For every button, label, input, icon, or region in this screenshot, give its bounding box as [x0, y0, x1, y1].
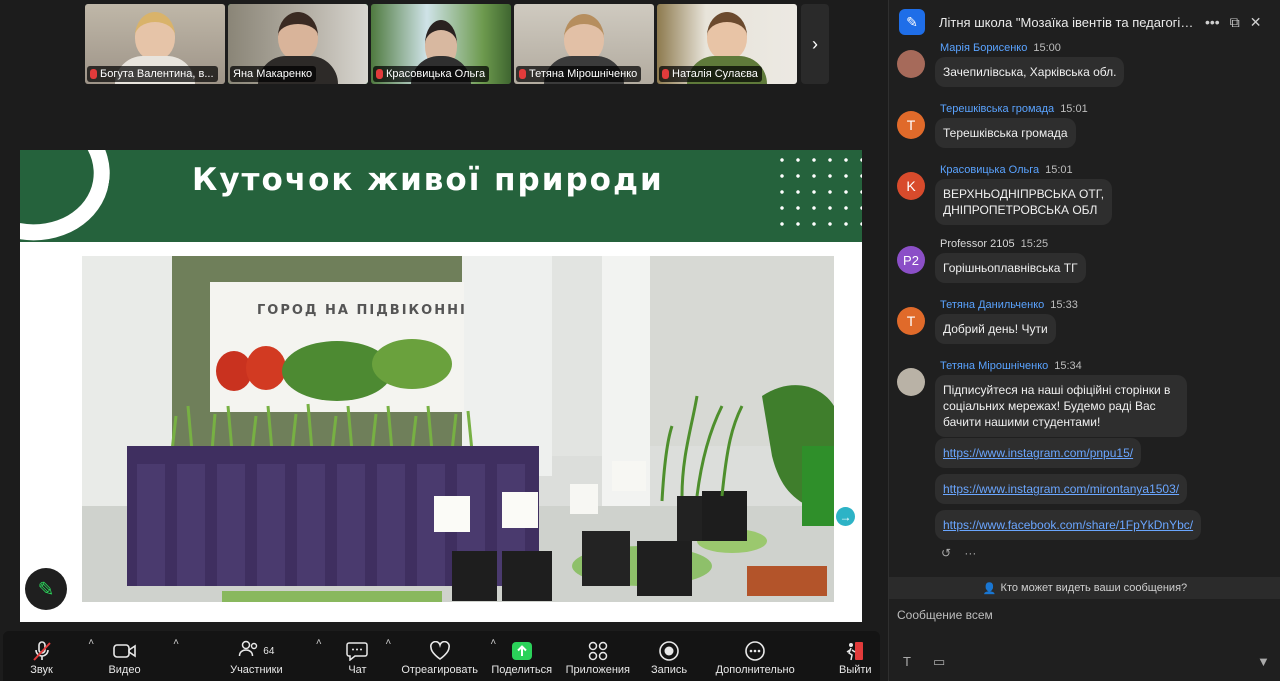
message-time: 15:01 [1045, 164, 1073, 176]
chevron-up-icon[interactable]: ˄ [385, 637, 391, 648]
message-visibility-info[interactable]: 👤 Кто может видеть ваши сообщения? [889, 577, 1280, 599]
mic-muted-icon [376, 69, 383, 79]
user-lock-icon: 👤 [982, 582, 997, 595]
chat-message-input[interactable] [897, 605, 1267, 625]
participant-name: Тетяна Мірошніченко [529, 68, 638, 80]
meeting-window: Богута Валентина, в... Яна Макаренко Кра… [0, 0, 1280, 681]
share-screen-button[interactable]: Поделиться [487, 631, 556, 681]
shared-screen-slide: Куточок живої природи ГОРОД НА ПІДВІКОНН… [20, 150, 862, 622]
sign-text: ГОРОД НА ПІДВІКОННІ [257, 303, 467, 318]
file-icon[interactable]: ▭ [933, 654, 945, 670]
sender-name[interactable]: Тетяна Мірошніченко [940, 360, 1048, 372]
decorative-arc [20, 150, 121, 253]
message-bubble: Підписуйтеся на наші офіційні сторінки в… [935, 375, 1187, 437]
more-button[interactable]: Дополнительно [710, 631, 801, 681]
chevron-up-icon[interactable]: ˄ [173, 637, 179, 648]
video-gallery: Богута Валентина, в... Яна Макаренко Кра… [85, 4, 797, 84]
participant-name: Наталія Сулаєва [672, 68, 758, 80]
avatar: P2 [897, 246, 925, 274]
link[interactable]: https://www.facebook.com/share/1FpYkDnYb… [943, 518, 1193, 532]
chat-bubble-icon [346, 638, 369, 664]
link[interactable]: https://www.instagram.com/pnpu15/ [943, 446, 1133, 460]
video-tile[interactable]: Богута Валентина, в... [85, 4, 225, 84]
message-time: 15:34 [1054, 360, 1082, 372]
video-tile[interactable]: Красовицька Ольга [371, 4, 511, 84]
chat-compose: T ▭ ▼ [889, 599, 1280, 681]
chevron-right-icon[interactable]: › [801, 4, 829, 84]
annotate-pencil-icon[interactable]: ✎ [25, 568, 67, 610]
record-button[interactable]: Запись [644, 631, 693, 681]
slide-header: Куточок живої природи [20, 150, 862, 253]
slide-title: Куточок живої природи [192, 162, 664, 198]
avatar: T [897, 307, 925, 335]
link-bubble: https://www.instagram.com/pnpu15/ [935, 438, 1142, 468]
video-button[interactable]: Видео ˄ [84, 631, 179, 681]
chat-panel: ✎ Літня школа "Мозаїка івентів та педаго… [888, 0, 1280, 681]
pop-out-icon[interactable]: ⧉ [1230, 14, 1240, 31]
more-dots-icon [744, 638, 766, 664]
message-bubble: Терешківська громада [935, 118, 1076, 148]
mic-muted-icon [519, 69, 526, 79]
message-time: 15:00 [1033, 42, 1061, 54]
link-bubble: https://www.instagram.com/mirontanya1503… [935, 474, 1188, 504]
participant-name: Богута Валентина, в... [100, 68, 214, 80]
windowsill-garden-photo: ГОРОД НА ПІДВІКОННІ [82, 256, 834, 602]
avatar [897, 368, 925, 396]
heart-icon [429, 638, 451, 664]
sender-name[interactable]: Professor 2105 [940, 238, 1015, 250]
participant-name: Яна Макаренко [233, 68, 313, 80]
link[interactable]: https://www.instagram.com/mirontanya1503… [943, 482, 1179, 496]
send-icon[interactable]: ▼ [1257, 654, 1270, 669]
apps-button[interactable]: Приложения [561, 631, 634, 681]
decorative-dot-grid [772, 150, 862, 234]
mic-muted-icon [662, 69, 669, 79]
participant-name: Красовицька Ольга [386, 68, 486, 80]
sender-name[interactable]: Красовицька Ольга [940, 164, 1039, 176]
apps-icon [587, 638, 609, 664]
more-horizontal-icon[interactable]: ••• [1205, 14, 1220, 30]
message-bubble: Зачепилівська, Харківська обл. [935, 57, 1125, 87]
message-time: 15:33 [1050, 299, 1078, 311]
sender-name[interactable]: Марія Борисенко [940, 42, 1027, 54]
exit-door-icon [844, 638, 866, 664]
avatar [897, 50, 925, 78]
chat-header: ✎ Літня школа "Мозаїка івентів та педаго… [889, 0, 1280, 44]
arrow-right-icon[interactable]: → [836, 507, 855, 526]
meeting-toolbar: Звук ˄ Видео ˄ 64 Участники ˄ Чат ˄ Отре… [3, 631, 880, 681]
video-tile[interactable]: Наталія Сулаєва [657, 4, 797, 84]
record-icon [658, 638, 680, 664]
leave-button[interactable]: Выйти [831, 631, 880, 681]
participants-count: 64 [263, 645, 275, 657]
video-tile-active-speaker[interactable]: Яна Макаренко [228, 4, 368, 84]
mic-muted-icon [90, 69, 97, 79]
message-bubble: Добрий день! Чути [935, 314, 1056, 344]
link-bubble: https://www.facebook.com/share/1FpYkDnYb… [935, 510, 1202, 540]
slide-photo: ГОРОД НА ПІДВІКОННІ [82, 256, 834, 602]
chat-title: Літня школа "Мозаїка івентів та педагогі… [939, 14, 1195, 30]
participants-button[interactable]: 64 Участники ˄ [205, 631, 322, 681]
message-time: 15:01 [1060, 103, 1088, 115]
message-bubble: ВЕРХНЬОДНІПРВСЬКА ОТГ, ДНІПРОПЕТРОВСЬКА … [935, 179, 1113, 225]
close-icon[interactable]: ✕ [1250, 14, 1262, 31]
audio-button[interactable]: Звук ˄ [3, 631, 94, 681]
mic-muted-icon [31, 638, 53, 664]
sender-name[interactable]: Тетяна Данильченко [940, 299, 1044, 311]
participants-icon [238, 640, 260, 663]
message-bubble: Горішньоплавнівська ТГ [935, 253, 1086, 283]
reply-icon[interactable]: ↺ [941, 546, 951, 560]
message-time: 15:25 [1020, 238, 1049, 250]
react-button[interactable]: Отреагировать ˄ [397, 631, 496, 681]
edit-icon[interactable]: ✎ [899, 9, 925, 35]
more-horizontal-icon[interactable]: ··· [964, 546, 976, 560]
sender-name[interactable]: Терешківська громада [940, 103, 1054, 115]
chevron-up-icon[interactable]: ˄ [316, 637, 322, 648]
video-tile[interactable]: Тетяна Мірошніченко [514, 4, 654, 84]
chat-button[interactable]: Чат ˄ [338, 631, 391, 681]
text-format-icon[interactable]: T [903, 654, 911, 669]
avatar: T [897, 111, 925, 139]
avatar: K [897, 172, 925, 200]
meeting-stage: Богута Валентина, в... Яна Макаренко Кра… [0, 0, 888, 681]
share-screen-icon [511, 638, 533, 664]
video-camera-icon [112, 638, 137, 664]
